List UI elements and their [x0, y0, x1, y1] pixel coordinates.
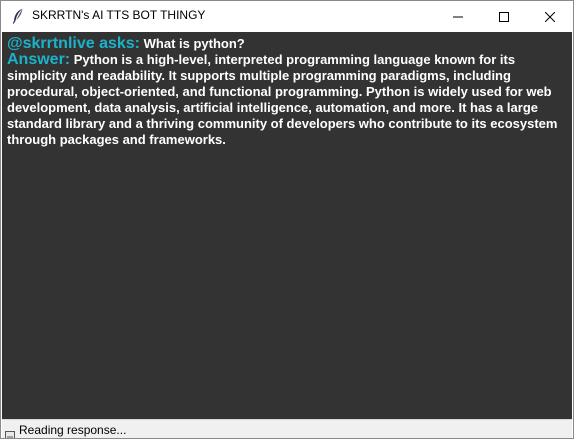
question-line: @skrrtnlive asks: What is python? — [7, 36, 567, 52]
minimize-icon — [453, 7, 463, 26]
window-title: SKRRTN's AI TTS BOT THINGY — [32, 8, 206, 22]
maximize-icon — [499, 7, 509, 26]
answer-text: Python is a high-level, interpreted prog… — [7, 52, 558, 147]
app-window: SKRRTN's AI TTS BOT THINGY @skrrtnlive a… — [0, 0, 574, 439]
close-icon — [544, 7, 556, 26]
status-icon — [5, 425, 15, 438]
maximize-button[interactable] — [481, 1, 527, 31]
answer-block: Answer: Python is a high-level, interpre… — [7, 52, 567, 148]
asker-label: @skrrtnlive asks: — [7, 35, 141, 52]
answer-label: Answer: — [7, 51, 71, 68]
chat-display: @skrrtnlive asks: What is python? Answer… — [2, 32, 572, 419]
status-bar: Reading response... — [2, 419, 572, 438]
feather-icon — [11, 8, 25, 24]
minimize-button[interactable] — [435, 1, 481, 31]
question-text: What is python? — [143, 36, 245, 51]
title-bar[interactable]: SKRRTN's AI TTS BOT THINGY — [1, 1, 573, 31]
close-button[interactable] — [527, 1, 573, 31]
status-text: Reading response... — [19, 423, 127, 437]
